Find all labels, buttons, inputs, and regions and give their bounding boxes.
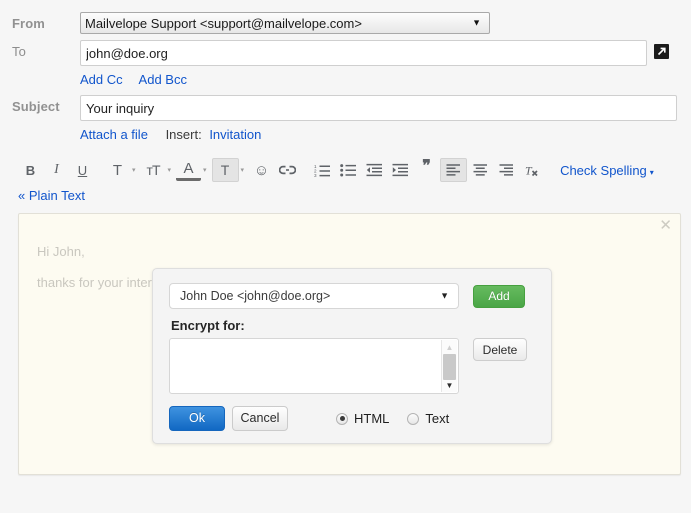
add-bcc-link[interactable]: Add Bcc [139,72,187,87]
text-color-button[interactable]: A [176,160,202,181]
plain-text-link[interactable]: « Plain Text [18,188,85,203]
cc-bcc-links: Add Cc Add Bcc [12,72,679,87]
compose-header: From Mailvelope Support <support@mailvel… [0,0,691,142]
ok-button[interactable]: Ok [169,406,225,431]
subject-row: Subject [12,95,679,121]
italic-button[interactable]: I [44,159,69,181]
align-center-icon[interactable] [468,159,493,181]
attach-file-link[interactable]: Attach a file [80,127,148,142]
insert-invitation-link[interactable]: Invitation [209,127,261,142]
attach-insert-row: Attach a file Insert: Invitation [12,127,679,142]
scrollbar-thumb[interactable] [443,354,456,380]
encrypt-for-label: Encrypt for: [171,318,245,333]
quote-icon[interactable]: ❞ [414,156,439,184]
to-label: To [12,44,26,59]
emoji-icon[interactable]: ☺ [249,159,274,181]
check-spelling-button[interactable]: Check Spelling ▾ [560,163,654,178]
recipient-row: John Doe <john@doe.org> ▼ Add [169,283,535,309]
radio-text[interactable]: Text [407,411,449,426]
format-toolbar: B I U T ▾ тT ▾ A ▾ T ▾ ☺ 1 2 3 ❞ T Check… [0,150,691,186]
subject-label: Subject [12,99,60,114]
radio-text-dot[interactable] [407,412,420,425]
check-spelling-chevron-down-icon: ▾ [649,167,654,177]
dialog-actions-row: Ok Cancel HTML Text [169,406,535,431]
cancel-button[interactable]: Cancel [232,406,288,431]
encrypt-dialog: John Doe <john@doe.org> ▼ Add Encrypt fo… [152,268,552,444]
radio-html-dot[interactable] [336,412,348,425]
bullet-list-icon[interactable] [336,159,361,181]
from-row: From Mailvelope Support <support@mailvel… [12,12,679,34]
underline-button[interactable]: U [70,159,95,181]
recipient-select[interactable]: John Doe <john@doe.org> [169,283,459,309]
close-icon[interactable]: ✕ [659,218,672,233]
external-link-icon[interactable] [654,44,669,59]
to-input[interactable] [80,40,647,66]
svg-text:T: T [525,164,533,178]
recipient-select-wrapper[interactable]: John Doe <john@doe.org> ▼ [169,283,459,309]
add-button[interactable]: Add [473,284,525,308]
text-color-chevron-down-icon[interactable]: ▾ [203,166,207,174]
font-size-chevron-down-icon[interactable]: ▾ [168,166,172,174]
remove-formatting-icon[interactable]: T [520,159,545,181]
subject-input[interactable] [80,95,677,121]
insert-label: Insert: [165,127,202,142]
highlight-color-button[interactable]: T [211,158,239,182]
link-icon[interactable] [275,159,300,181]
add-cc-link[interactable]: Add Cc [80,72,123,87]
encrypt-list-row: ▲ ▼ Delete [169,338,535,394]
outdent-icon[interactable] [362,159,387,181]
font-size-button[interactable]: тT [141,159,166,181]
svg-text:3: 3 [314,173,317,177]
from-select[interactable]: Mailvelope Support <support@mailvelope.c… [80,12,490,34]
body-line-1: Hi John, [37,244,85,259]
from-label: From [12,16,45,31]
align-right-icon[interactable] [494,159,519,181]
numbered-list-icon[interactable]: 1 2 3 [310,159,335,181]
radio-html[interactable]: HTML [336,411,389,426]
align-left-icon[interactable] [440,158,468,182]
bold-button[interactable]: B [18,159,43,181]
indent-icon[interactable] [388,159,413,181]
font-family-chevron-down-icon[interactable]: ▾ [132,166,136,174]
encrypt-for-listbox[interactable]: ▲ ▼ [169,338,459,394]
scroll-up-icon[interactable]: ▲ [442,340,457,354]
from-select-wrapper[interactable]: Mailvelope Support <support@mailvelope.c… [80,12,490,34]
check-spelling-label: Check Spelling [560,162,647,178]
radio-text-label: Text [425,411,450,426]
plain-text-row: « Plain Text [0,186,691,209]
format-radio-group: HTML Text [336,411,467,426]
font-family-button[interactable]: T [105,159,130,181]
scroll-down-icon[interactable]: ▼ [442,378,457,392]
delete-button[interactable]: Delete [473,338,527,361]
to-row: To [12,40,679,66]
radio-html-label: HTML [354,411,390,426]
highlight-color-chevron-down-icon[interactable]: ▾ [241,166,245,174]
